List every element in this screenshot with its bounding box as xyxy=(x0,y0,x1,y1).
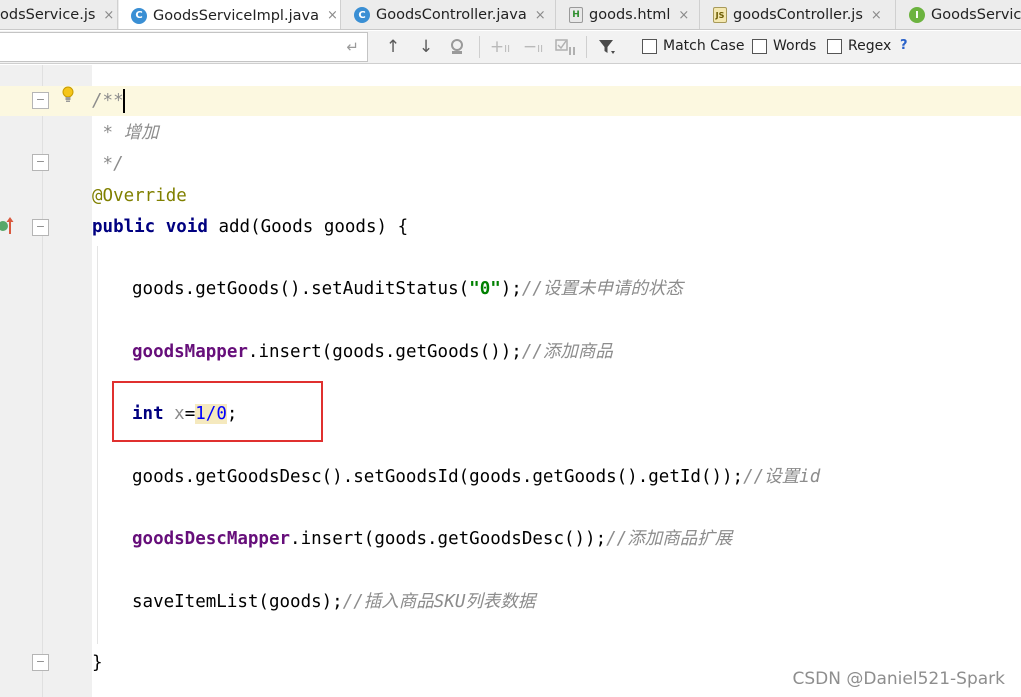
enter-icon: ↵ xyxy=(346,38,359,56)
toolbar-separator xyxy=(586,36,587,58)
tab-label: goods.html xyxy=(589,7,671,23)
javadoc-text: * 增加 xyxy=(92,123,159,143)
close-icon[interactable]: × xyxy=(678,8,689,23)
words-checkbox[interactable]: Words xyxy=(752,38,816,54)
checkbox-box[interactable] xyxy=(642,38,657,54)
tab-label: odsService.js xyxy=(0,7,96,23)
code-line: saveItemList(goods);//插入商品SKU列表数据 xyxy=(0,587,1021,617)
code-line: goodsMapper.insert(goods.getGoods());//添… xyxy=(0,337,1021,367)
line-comment: //添加商品 xyxy=(521,342,613,362)
regex-label: Regex xyxy=(848,38,892,54)
arrow-down-icon: ↓ xyxy=(418,37,434,57)
closing-brace: } xyxy=(92,653,103,673)
code-text[interactable]: /** xyxy=(92,86,125,116)
code-line: @Override xyxy=(0,181,1021,211)
find-all-button[interactable] xyxy=(446,35,470,59)
search-input[interactable]: ↵ xyxy=(0,32,368,62)
javadoc-close: */ xyxy=(92,154,124,174)
filter-search-results-button[interactable] xyxy=(594,35,620,59)
arrow-up-icon: ↑ xyxy=(385,37,401,57)
code-text[interactable]: public void add(Goods goods) { xyxy=(92,212,408,242)
code-line: */ xyxy=(0,149,1021,179)
add-selection-icon: +II xyxy=(489,37,511,57)
regex-checkbox[interactable]: Regex xyxy=(827,38,891,54)
filter-icon xyxy=(599,40,615,54)
code-line: goods.getGoodsDesc().setGoodsId(goods.ge… xyxy=(0,462,1021,492)
indent-guide xyxy=(97,246,98,644)
highlight-annotation-box xyxy=(112,381,323,442)
tab-goods-service-impl-java[interactable]: C GoodsServiceImpl.java × xyxy=(119,0,341,29)
tab-goods-html[interactable]: H goods.html × xyxy=(557,0,700,29)
field-reference: goodsMapper xyxy=(132,342,248,362)
code-segment: ); xyxy=(500,279,522,299)
code-text[interactable]: } xyxy=(92,648,103,678)
next-occurrence-button[interactable]: ↓ xyxy=(415,35,437,59)
override-annotation: @Override xyxy=(92,186,187,206)
code-text[interactable]: */ xyxy=(92,149,124,179)
tab-label: GoodsController.java xyxy=(376,7,527,23)
code-text[interactable]: goodsMapper.insert(goods.getGoods());//添… xyxy=(132,337,613,367)
tab-label: goodsController.js xyxy=(733,7,863,23)
java-interface-icon: I xyxy=(909,7,925,23)
add-occurrence-button[interactable]: +II xyxy=(487,35,513,59)
checkbox-box[interactable] xyxy=(752,38,767,54)
js-file-icon: JS xyxy=(713,7,727,23)
code-segment: goods.getGoodsDesc().setGoodsId(goods.ge… xyxy=(132,467,744,487)
tab-goods-service-js[interactable]: odsService.js × xyxy=(0,0,118,29)
html-file-icon: H xyxy=(569,7,583,23)
select-all-icon xyxy=(555,39,575,55)
remove-selection-icon: −II xyxy=(522,37,544,57)
regex-help-link[interactable]: ? xyxy=(900,38,908,53)
code-text[interactable]: goods.getGoodsDesc().setGoodsId(goods.ge… xyxy=(132,462,820,492)
find-bar: ↵ ↑ ↓ +II −II Match Case Words Regex ? xyxy=(0,31,1021,64)
close-icon[interactable]: × xyxy=(871,8,882,23)
editor-tab-bar: odsService.js × C GoodsServiceImpl.java … xyxy=(0,0,1021,30)
close-icon[interactable]: × xyxy=(103,8,114,23)
code-text[interactable]: goodsDescMapper.insert(goods.getGoodsDes… xyxy=(132,524,732,554)
code-segment: .insert(goods.getGoodsDesc()); xyxy=(290,529,607,549)
close-icon[interactable]: × xyxy=(535,8,546,23)
remove-occurrence-button[interactable]: −II xyxy=(520,35,546,59)
previous-occurrence-button[interactable]: ↑ xyxy=(382,35,404,59)
line-comment: //插入商品SKU列表数据 xyxy=(342,592,536,612)
code-line: /** xyxy=(0,86,1021,116)
line-comment: //添加商品扩展 xyxy=(606,529,733,549)
find-all-icon xyxy=(451,39,463,54)
match-case-checkbox[interactable]: Match Case xyxy=(642,38,744,54)
close-icon[interactable]: × xyxy=(327,8,338,23)
code-line: goodsDescMapper.insert(goods.getGoodsDes… xyxy=(0,524,1021,554)
string-literal: "0" xyxy=(469,279,501,299)
select-all-occurrences-button[interactable] xyxy=(552,35,578,59)
tab-label: GoodsServic xyxy=(931,7,1021,23)
code-text[interactable]: @Override xyxy=(92,181,187,211)
code-text[interactable]: goods.getGoods().setAuditStatus("0");//设… xyxy=(132,274,683,304)
checkbox-box[interactable] xyxy=(827,38,842,54)
toolbar-separator xyxy=(479,36,480,58)
code-line: * 增加 xyxy=(0,118,1021,148)
code-line: public void add(Goods goods) { xyxy=(0,212,1021,242)
javadoc-open: /** xyxy=(92,91,124,111)
line-comment: //设置id xyxy=(743,467,821,487)
words-label: Words xyxy=(773,38,817,54)
line-comment: //设置未申请的状态 xyxy=(521,279,683,299)
method-signature: add(Goods goods) { xyxy=(207,217,409,237)
tab-goods-controller-java[interactable]: C GoodsController.java × xyxy=(342,0,556,29)
match-case-label: Match Case xyxy=(663,38,745,54)
code-text[interactable]: saveItemList(goods);//插入商品SKU列表数据 xyxy=(132,587,535,617)
keyword-public: public xyxy=(92,217,156,237)
java-class-icon: C xyxy=(354,7,370,23)
code-segment: goods.getGoods().setAuditStatus( xyxy=(132,279,470,299)
code-segment: .insert(goods.getGoods()); xyxy=(247,342,522,362)
code-text[interactable]: * 增加 xyxy=(92,118,159,148)
code-line: goods.getGoods().setAuditStatus("0");//设… xyxy=(0,274,1021,304)
field-reference: goodsDescMapper xyxy=(132,529,291,549)
tab-goods-controller-js[interactable]: JS goodsController.js × xyxy=(701,0,896,29)
tab-goods-service-interface[interactable]: I GoodsServic xyxy=(897,0,1021,29)
code-segment: saveItemList(goods); xyxy=(132,592,343,612)
watermark: CSDN @Daniel521-Spark xyxy=(792,669,1005,689)
keyword-void: void xyxy=(165,217,208,237)
tab-label: GoodsServiceImpl.java xyxy=(153,7,319,24)
java-class-icon: C xyxy=(131,7,147,24)
text-caret xyxy=(122,89,125,113)
